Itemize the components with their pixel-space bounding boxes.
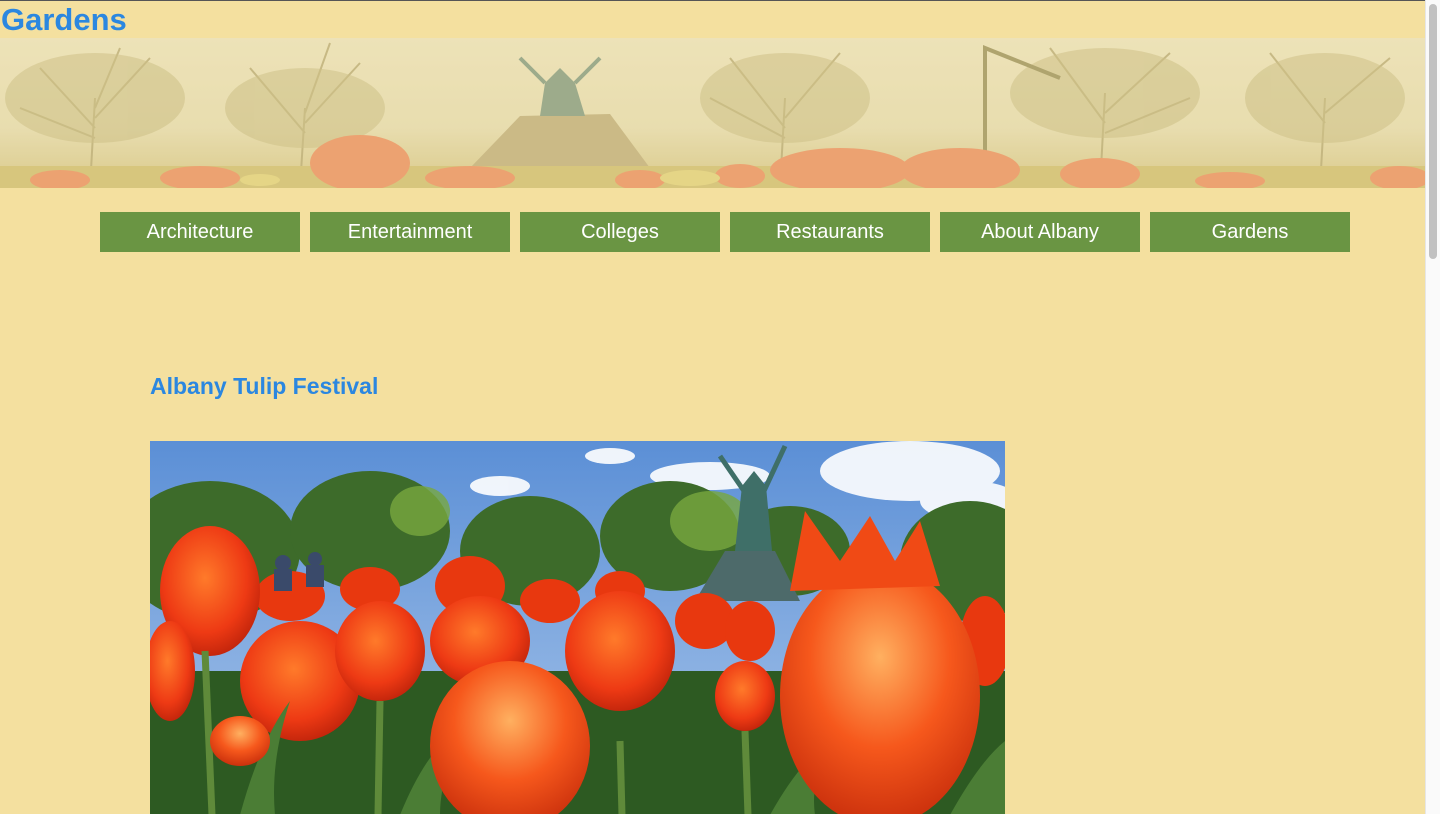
nav-restaurants-button[interactable]: Restaurants xyxy=(730,212,930,252)
main-nav: Architecture Entertainment Colleges Rest… xyxy=(100,212,1350,252)
scrollbar-thumb[interactable] xyxy=(1429,4,1437,259)
vertical-scrollbar[interactable] xyxy=(1425,0,1440,814)
page: Gardens Architecture Entertainment Colle… xyxy=(0,0,1425,814)
section-heading: Albany Tulip Festival xyxy=(150,373,379,399)
banner-overlay xyxy=(0,38,1425,188)
tulip-festival-photo xyxy=(150,441,1005,814)
nav-gardens-button[interactable]: Gardens xyxy=(1150,212,1350,252)
nav-colleges-button[interactable]: Colleges xyxy=(520,212,720,252)
header-banner-image xyxy=(0,38,1425,188)
nav-entertainment-button[interactable]: Entertainment xyxy=(310,212,510,252)
tulip-photo-illustration xyxy=(150,441,1005,814)
site-title: Gardens xyxy=(1,2,127,37)
nav-about-albany-button[interactable]: About Albany xyxy=(940,212,1140,252)
nav-architecture-button[interactable]: Architecture xyxy=(100,212,300,252)
